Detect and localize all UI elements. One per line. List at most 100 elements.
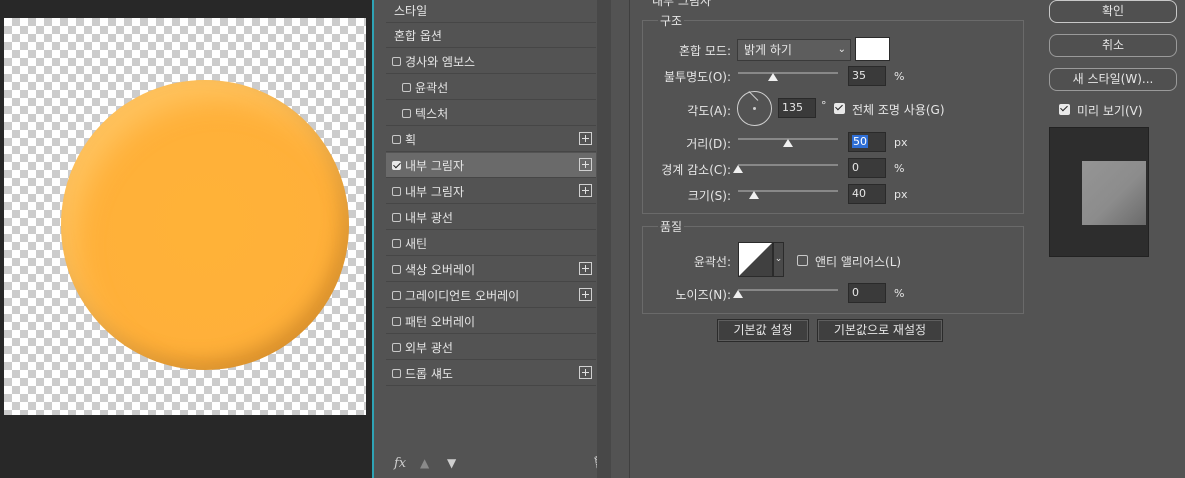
style-item-checkbox[interactable] bbox=[392, 316, 401, 326]
new-style-button[interactable]: 새 스타일(W)... bbox=[1049, 68, 1177, 91]
noise-input[interactable]: 0 bbox=[848, 283, 886, 303]
noise-value: 0 bbox=[852, 286, 859, 299]
style-item-checkbox[interactable] bbox=[402, 108, 411, 118]
style-item-checkbox[interactable] bbox=[392, 368, 401, 378]
transparent-artboard bbox=[4, 18, 366, 415]
preview-checkbox[interactable] bbox=[1059, 104, 1070, 115]
structure-group-title: 구조 bbox=[658, 12, 685, 29]
style-item-inner-shadow-1[interactable]: 내부 그림자 bbox=[386, 153, 596, 178]
global-light-checkbox[interactable] bbox=[834, 103, 845, 114]
opacity-slider-thumb[interactable] bbox=[768, 73, 778, 81]
style-item-color-overlay[interactable]: 색상 오버레이 bbox=[386, 257, 596, 282]
style-item-stroke[interactable]: 획 bbox=[386, 127, 596, 152]
opacity-label: 불투명도(O): bbox=[663, 70, 731, 84]
antialias-checkbox[interactable] bbox=[797, 255, 808, 266]
style-item-checkbox[interactable] bbox=[392, 56, 401, 66]
add-icon[interactable] bbox=[579, 366, 592, 379]
style-item-label: 경사와 엠보스 bbox=[405, 54, 476, 69]
add-icon[interactable] bbox=[579, 132, 592, 145]
style-item-label: 패턴 오버레이 bbox=[405, 314, 476, 329]
noise-slider-thumb[interactable] bbox=[733, 290, 743, 298]
style-item-checkbox[interactable] bbox=[392, 290, 401, 300]
choke-label: 경계 감소(C): bbox=[661, 163, 731, 177]
style-item-pattern-overlay[interactable]: 패턴 오버레이 bbox=[386, 309, 596, 334]
preview-label[interactable]: 미리 보기(V) bbox=[1077, 102, 1143, 119]
opacity-unit: % bbox=[894, 70, 905, 83]
style-item-gradient-overlay[interactable]: 그레이디언트 오버레이 bbox=[386, 283, 596, 308]
reset-to-default-button[interactable]: 기본값으로 재설정 bbox=[817, 319, 943, 342]
size-unit: px bbox=[894, 188, 908, 201]
angle-dial-center bbox=[753, 107, 756, 110]
angle-value: 135 bbox=[782, 101, 803, 114]
add-icon[interactable] bbox=[579, 262, 592, 275]
ok-button[interactable]: 확인 bbox=[1049, 0, 1177, 23]
style-preview-swatch bbox=[1082, 161, 1146, 225]
style-item-checkbox[interactable] bbox=[392, 264, 401, 274]
style-item-checkbox[interactable] bbox=[392, 212, 401, 222]
noise-slider-track[interactable] bbox=[738, 289, 838, 291]
style-item-checkbox[interactable] bbox=[392, 134, 401, 144]
noise-label: 노이즈(N): bbox=[675, 288, 731, 302]
style-item-checkbox[interactable] bbox=[392, 186, 401, 196]
choke-slider-track[interactable] bbox=[738, 164, 838, 166]
add-icon[interactable] bbox=[579, 158, 592, 171]
angle-input[interactable]: 135 bbox=[778, 98, 816, 118]
style-item-texture[interactable]: 텍스처 bbox=[386, 101, 596, 126]
choke-slider-thumb[interactable] bbox=[733, 165, 743, 173]
angle-label: 각도(A): bbox=[687, 104, 731, 118]
shadow-color-swatch[interactable] bbox=[855, 37, 890, 61]
size-value: 40 bbox=[852, 187, 866, 200]
style-item-checkbox[interactable] bbox=[402, 82, 411, 92]
style-item-checkbox[interactable] bbox=[392, 160, 401, 170]
blend-options-label: 혼합 옵션 bbox=[394, 28, 442, 43]
choke-input[interactable]: 0 bbox=[848, 158, 886, 178]
style-item-drop-shadow[interactable]: 드롭 섀도 bbox=[386, 361, 596, 386]
style-item-satin[interactable]: 새틴 bbox=[386, 231, 596, 256]
style-item-contour[interactable]: 윤곽선 bbox=[386, 75, 596, 100]
blend-mode-value: 밝게 하기 bbox=[744, 43, 792, 57]
styles-list-scrollbar[interactable] bbox=[597, 0, 611, 478]
contour-curve-icon bbox=[739, 243, 772, 276]
style-preview-box bbox=[1049, 127, 1149, 257]
style-item-label: 그레이디언트 오버레이 bbox=[405, 288, 520, 303]
style-item-bevel-emboss[interactable]: 경사와 엠보스 bbox=[386, 49, 596, 74]
style-item-inner-glow[interactable]: 내부 광선 bbox=[386, 205, 596, 230]
blend-options-item[interactable]: 혼합 옵션 bbox=[386, 23, 596, 48]
size-input[interactable]: 40 bbox=[848, 184, 886, 204]
chevron-down-icon: ⌄ bbox=[774, 254, 783, 264]
choke-unit: % bbox=[894, 162, 905, 175]
distance-input[interactable]: 50 bbox=[848, 132, 886, 152]
style-item-label: 내부 그림자 bbox=[405, 158, 465, 173]
make-default-button[interactable]: 기본값 설정 bbox=[717, 319, 809, 342]
style-item-label: 내부 광선 bbox=[405, 210, 453, 225]
opacity-slider-track[interactable] bbox=[738, 72, 838, 74]
antialias-label[interactable]: 앤티 앨리어스(L) bbox=[815, 253, 901, 270]
move-up-arrow-icon[interactable]: ▲ bbox=[420, 456, 429, 470]
blend-mode-select[interactable]: 밝게 하기 ⌄ bbox=[737, 39, 851, 61]
style-item-inner-shadow-2[interactable]: 내부 그림자 bbox=[386, 179, 596, 204]
style-item-checkbox[interactable] bbox=[392, 238, 401, 248]
style-item-label: 윤곽선 bbox=[415, 80, 449, 95]
style-item-label: 획 bbox=[405, 132, 417, 147]
size-slider-thumb[interactable] bbox=[749, 191, 759, 199]
angle-dial[interactable] bbox=[737, 90, 772, 126]
style-item-label: 색상 오버레이 bbox=[405, 262, 476, 277]
add-icon[interactable] bbox=[579, 288, 592, 301]
add-icon[interactable] bbox=[579, 184, 592, 197]
global-light-label[interactable]: 전체 조명 사용(G) bbox=[852, 101, 945, 118]
orange-circle-layer bbox=[61, 80, 349, 370]
opacity-input[interactable]: 35 bbox=[848, 66, 886, 86]
fx-icon[interactable]: fx bbox=[394, 456, 406, 471]
style-item-checkbox[interactable] bbox=[392, 342, 401, 352]
style-item-label: 외부 광선 bbox=[405, 340, 453, 355]
style-item-label: 내부 그림자 bbox=[405, 184, 465, 199]
cancel-button[interactable]: 취소 bbox=[1049, 34, 1177, 57]
move-down-arrow-icon[interactable]: ▼ bbox=[447, 456, 456, 470]
contour-dropdown-arrow[interactable]: ⌄ bbox=[773, 242, 784, 277]
contour-picker[interactable] bbox=[738, 242, 773, 277]
styles-header[interactable]: 스타일 bbox=[386, 0, 596, 23]
style-item-outer-glow[interactable]: 외부 광선 bbox=[386, 335, 596, 360]
degree-unit: ° bbox=[821, 99, 827, 112]
opacity-value: 35 bbox=[852, 69, 866, 82]
distance-slider-thumb[interactable] bbox=[783, 139, 793, 147]
